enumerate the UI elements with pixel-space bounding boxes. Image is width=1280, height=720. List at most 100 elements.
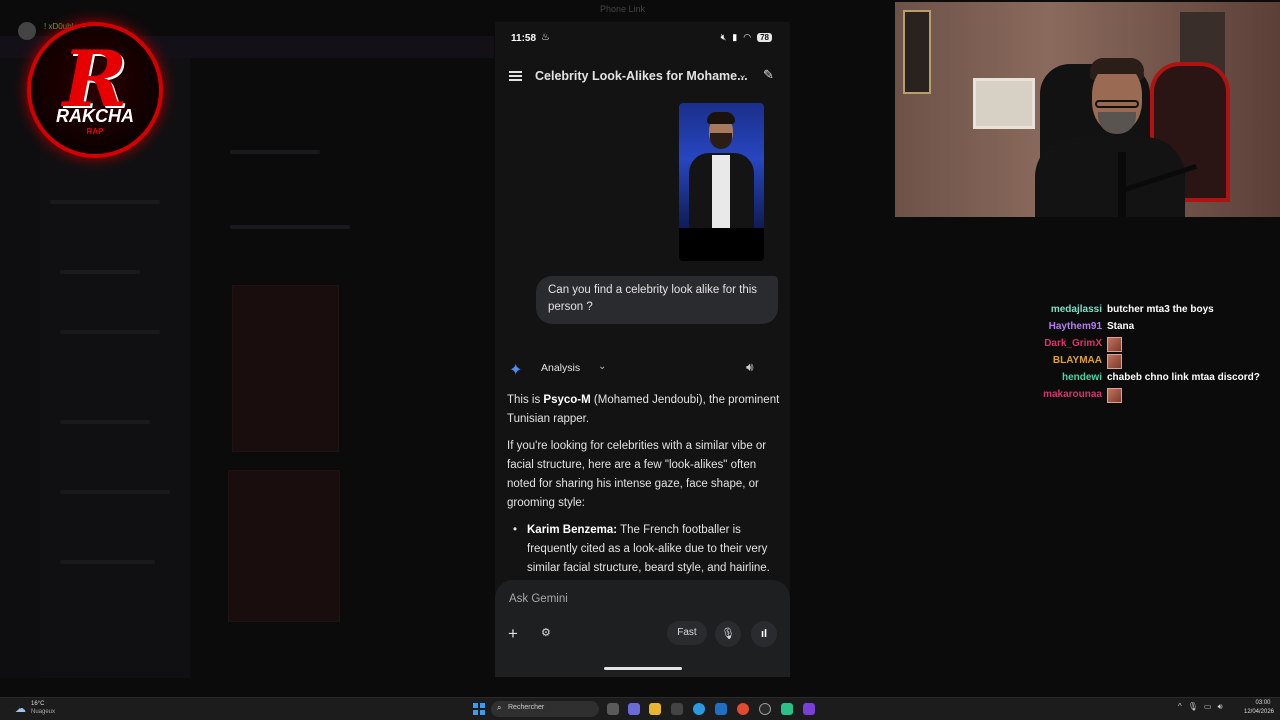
chevron-down-icon[interactable]: ⌄	[598, 361, 606, 372]
chat-message: hendewi chabeb chno link mtaa discord?	[1000, 371, 1270, 388]
file-explorer-icon[interactable]	[649, 703, 661, 715]
app-bar: Celebrity Look-Alikes for Mohame... ⌄ ✎	[495, 62, 790, 94]
webcam-feed	[895, 2, 1280, 217]
photo-shirt	[712, 155, 730, 228]
chat-title[interactable]: Celebrity Look-Alikes for Mohame...	[535, 69, 748, 83]
background-line	[60, 270, 140, 274]
background-line	[60, 330, 160, 334]
clock-date[interactable]: 12/04/2026	[1240, 709, 1278, 715]
store-icon[interactable]	[671, 703, 683, 715]
streamer-glasses	[1095, 100, 1139, 108]
response-mode-label[interactable]: Analysis	[541, 362, 580, 374]
background-line	[60, 560, 155, 564]
chat-message: Haythem91 Stana	[1000, 320, 1270, 337]
ask-gemini-input[interactable]: Ask Gemini	[509, 593, 568, 605]
background-line	[230, 150, 320, 154]
weather-desc[interactable]: Nuageux	[31, 709, 55, 715]
chat-emote-icon	[1107, 337, 1122, 352]
photo-beard	[710, 133, 732, 149]
stream-chat: medajlassi butcher mta3 the boys Haythem91…	[1000, 303, 1270, 405]
taskbar: ☁ 16°C Nuageux ⌕ Rechercher ^ 🎙︎ ▭ 🔊︎ 03…	[0, 697, 1280, 720]
chat-message: makarounaa	[1000, 388, 1270, 405]
chat-username[interactable]: BLAYMAA	[1053, 355, 1102, 366]
mail-icon[interactable]	[715, 703, 727, 715]
home-indicator	[604, 667, 682, 670]
notification-icon: ♨	[541, 32, 550, 43]
chevron-up-icon[interactable]: ^	[1178, 702, 1182, 712]
user-message-bubble: Can you find a celebrity look alike for …	[536, 276, 778, 324]
search-label: Rechercher	[508, 704, 545, 711]
network-icon[interactable]: ▭	[1204, 702, 1212, 712]
background-post-card	[232, 285, 339, 452]
background-line	[50, 200, 160, 204]
logo-name: RAKCHA	[56, 106, 134, 126]
battery-icon: 78	[757, 33, 772, 42]
mic-tray-icon[interactable]: 🎙︎	[1188, 702, 1198, 712]
status-icons: 🔇︎ ▮ ◠ 78	[721, 32, 772, 43]
twitch-icon[interactable]	[803, 703, 815, 715]
new-chat-icon[interactable]: ✎	[763, 67, 774, 83]
background-post-card	[228, 470, 340, 622]
background-line	[60, 420, 150, 424]
microphone	[1118, 152, 1126, 217]
chat-text: Stana	[1107, 321, 1135, 332]
cloud-icon[interactable]: ☁	[15, 702, 26, 715]
chevron-down-icon[interactable]: ⌄	[738, 68, 747, 81]
streamer-hair	[1090, 58, 1144, 74]
speaker-icon[interactable]: 🔊︎	[746, 360, 754, 375]
chrome-icon[interactable]	[737, 703, 749, 715]
response-bullet: Karim Benzema: The French footballer is …	[507, 521, 783, 577]
background-line	[60, 490, 170, 494]
chat-text: chabeb chno link mtaa discord?	[1107, 372, 1260, 383]
chat-message: medajlassi butcher mta3 the boys	[1000, 303, 1270, 320]
fast-mode-button[interactable]: Fast	[667, 621, 707, 645]
rakcha-logo: R RAKCHA RAP	[27, 22, 163, 158]
plus-icon[interactable]: +	[508, 624, 518, 644]
chat-username[interactable]: medajlassi	[1051, 304, 1102, 315]
logo-tagline: RAP	[86, 127, 104, 136]
uploaded-photo[interactable]	[679, 103, 764, 261]
obs-icon[interactable]	[759, 703, 771, 715]
menu-icon[interactable]	[509, 71, 522, 81]
system-tray: ^ 🎙︎ ▭ 🔊︎	[1178, 702, 1223, 712]
photo-hair	[707, 112, 735, 124]
response-body: This is Psyco-M (Mohamed Jendoubi), the …	[507, 391, 783, 577]
chat-username[interactable]: makarounaa	[1043, 389, 1102, 400]
chat-username[interactable]: Haythem91	[1049, 321, 1102, 332]
chat-message: BLAYMAA	[1000, 354, 1270, 371]
response-paragraph: If you're looking for celebrities with a…	[507, 440, 767, 509]
response-bold: Psyco-M	[543, 394, 591, 406]
mute-icon: 🔇︎	[720, 32, 727, 42]
edge-icon[interactable]	[693, 703, 705, 715]
chat-username[interactable]: Dark_GrimX	[1044, 338, 1102, 349]
chat-text: butcher mta3 the boys	[1107, 304, 1214, 315]
search-icon: ⌕	[497, 703, 502, 712]
clock-time[interactable]: 03:00	[1248, 700, 1278, 706]
teams-icon[interactable]	[628, 703, 640, 715]
volume-icon[interactable]: 🔊︎	[1217, 702, 1222, 712]
mic-icon[interactable]: 🎙︎	[715, 621, 741, 647]
background-window-title: Phone Link	[600, 4, 646, 14]
chat-username[interactable]: hendewi	[1062, 372, 1102, 383]
taskbar-search[interactable]: ⌕ Rechercher	[491, 701, 599, 717]
tools-icon[interactable]: ⚙︎	[541, 626, 551, 639]
windows-start-icon[interactable]	[473, 703, 485, 715]
weather-temp[interactable]: 16°C	[31, 701, 44, 707]
background-server-list	[0, 58, 40, 678]
wall-frame	[903, 10, 931, 94]
prompt-input-area: Ask Gemini + ⚙︎ Fast 🎙︎ ıl	[495, 580, 790, 677]
phone-link-icon[interactable]	[781, 703, 793, 715]
live-icon[interactable]: ıl	[751, 621, 777, 647]
task-view-icon[interactable]	[607, 703, 619, 715]
background-line	[230, 225, 350, 229]
chat-emote-icon	[1107, 354, 1122, 369]
chat-emote-icon	[1107, 388, 1122, 403]
wifi-icon: ◠	[743, 32, 752, 42]
wall-frame	[973, 78, 1035, 129]
gemini-sparkle-icon: ✦	[509, 362, 523, 379]
bullet-title: Karim Benzema:	[527, 524, 618, 537]
status-time: 11:58	[511, 33, 537, 44]
status-bar: 11:58 ♨ 🔇︎ ▮ ◠ 78	[495, 22, 790, 56]
signal-icon: ▮	[732, 32, 738, 42]
chat-message: Dark_GrimX	[1000, 337, 1270, 354]
